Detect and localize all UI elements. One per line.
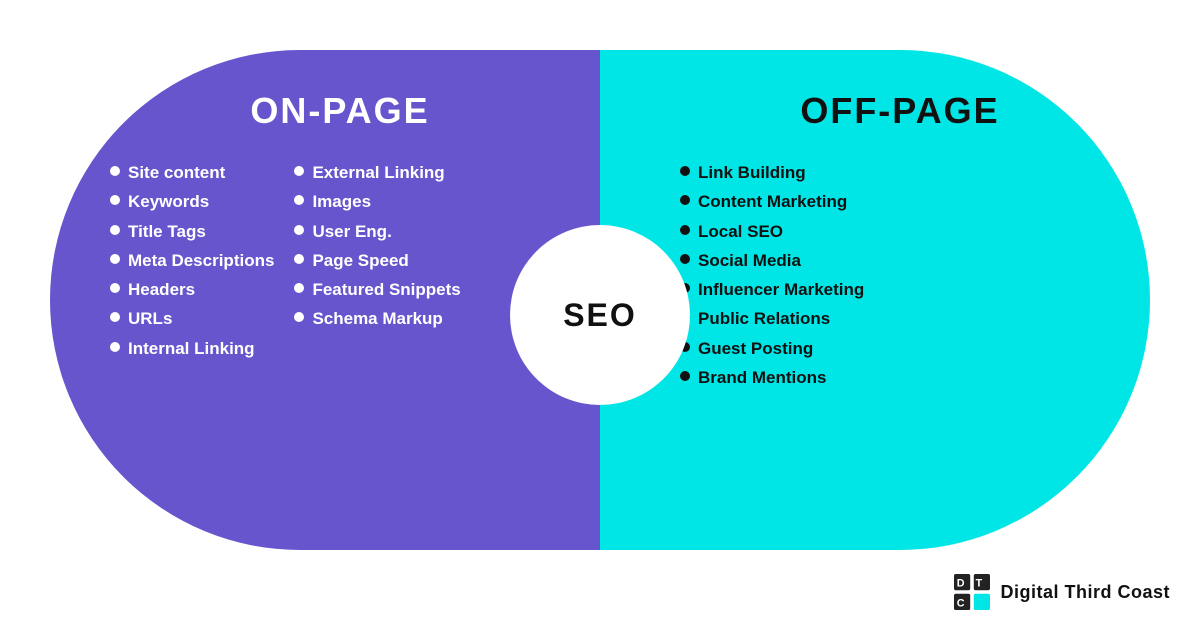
list-item: User Eng.: [294, 221, 460, 242]
list-item: Images: [294, 191, 460, 212]
bullet-dot-icon: [110, 254, 120, 264]
bullet-dot-icon: [110, 166, 120, 176]
list-item: Title Tags: [110, 221, 274, 242]
bullet-dot-icon: [680, 371, 690, 381]
bullet-dot-icon: [110, 312, 120, 322]
bullet-dot-icon: [680, 225, 690, 235]
bullet-dot-icon: [294, 195, 304, 205]
bullet-dot-icon: [680, 254, 690, 264]
list-item: Social Media: [680, 250, 864, 271]
list-item: Keywords: [110, 191, 274, 212]
svg-text:C: C: [957, 597, 965, 609]
svg-text:D: D: [957, 578, 965, 590]
bullet-dot-icon: [680, 166, 690, 176]
bullet-dot-icon: [110, 283, 120, 293]
list-item: Site content: [110, 162, 274, 183]
dtc-logo-icon: D T C: [954, 574, 990, 610]
seo-label: SEO: [563, 297, 637, 334]
bullet-dot-icon: [110, 195, 120, 205]
list-item: Schema Markup: [294, 308, 460, 329]
branding-section: D T C Digital Third Coast: [954, 574, 1170, 610]
off-page-col: Link Building Content Marketing Local SEO S…: [680, 162, 864, 388]
bullet-dot-icon: [294, 166, 304, 176]
list-item: Internal Linking: [110, 338, 274, 359]
bullet-dot-icon: [110, 225, 120, 235]
seo-center-circle: SEO: [510, 225, 690, 405]
list-item: Content Marketing: [680, 191, 864, 212]
bullet-dot-icon: [294, 225, 304, 235]
bullet-dot-icon: [680, 195, 690, 205]
list-item: Guest Posting: [680, 338, 864, 359]
on-page-col1: Site content Keywords Title Tags Meta Descr…: [110, 162, 274, 359]
on-page-col2: External Linking Images User Eng. Page Spee…: [294, 162, 460, 359]
list-item: URLs: [110, 308, 274, 329]
on-page-columns: Site content Keywords Title Tags Meta Descr…: [110, 162, 570, 359]
list-item: Page Speed: [294, 250, 460, 271]
bullet-dot-icon: [294, 283, 304, 293]
list-item: Brand Mentions: [680, 367, 864, 388]
on-page-title: ON-PAGE: [110, 90, 570, 132]
list-item: External Linking: [294, 162, 460, 183]
svg-text:T: T: [976, 578, 983, 590]
list-item: Headers: [110, 279, 274, 300]
bullet-dot-icon: [110, 342, 120, 352]
list-item: Influencer Marketing: [680, 279, 864, 300]
list-item: Local SEO: [680, 221, 864, 242]
brand-name-label: Digital Third Coast: [1000, 582, 1170, 603]
list-item: Link Building: [680, 162, 864, 183]
list-item: Public Relations: [680, 308, 864, 329]
list-item: Meta Descriptions: [110, 250, 274, 271]
bullet-dot-icon: [294, 312, 304, 322]
off-page-title: OFF-PAGE: [680, 90, 1120, 132]
list-item: Featured Snippets: [294, 279, 460, 300]
bullet-dot-icon: [294, 254, 304, 264]
